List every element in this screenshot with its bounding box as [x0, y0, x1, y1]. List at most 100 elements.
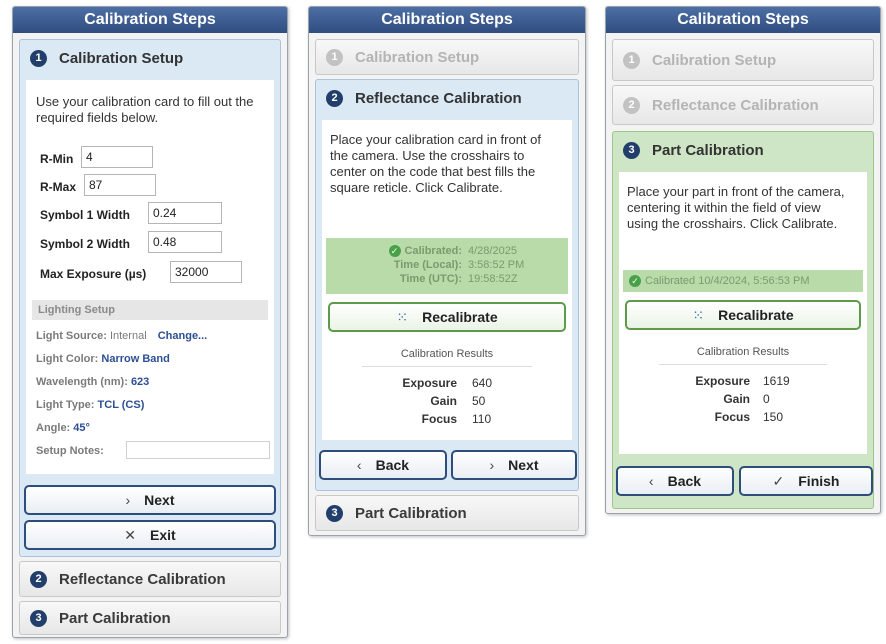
step-part-calibration[interactable]: 3 Part Calibration [315, 495, 579, 531]
results-divider [659, 364, 827, 365]
step-number-icon: 2 [30, 570, 47, 588]
r-max-field[interactable]: 87 [84, 174, 156, 196]
recalibrate-button[interactable]: ⁙ Recalibrate [625, 300, 861, 330]
back-button[interactable]: ‹ Back [616, 466, 734, 496]
step-part-calibration[interactable]: 3 Part Calibration [19, 601, 281, 635]
step-header[interactable]: 1 Calibration Setup [20, 40, 280, 76]
step-label: Calibration Setup [59, 49, 184, 67]
angle-row: Angle: 45° [36, 422, 90, 434]
checkmark-icon: ✓ [388, 245, 401, 258]
step-calibration-setup[interactable]: 1 Calibration Setup [612, 39, 874, 81]
reticle-icon: ⁙ [692, 306, 705, 323]
results-divider [362, 366, 532, 367]
recalibrate-button-label: Recalibrate [718, 307, 794, 323]
symbol-1-width-field[interactable]: 0.24 [148, 202, 222, 224]
chevron-left-icon: ‹ [356, 457, 362, 473]
exit-button[interactable]: ✕ Exit [24, 520, 276, 550]
step-label: Reflectance Calibration [355, 89, 522, 107]
panel-title: Calibration Steps [606, 7, 880, 33]
reticle-icon: ⁙ [396, 308, 409, 325]
step-number-icon: 2 [623, 96, 640, 114]
light-color-value: Narrow Band [101, 353, 170, 365]
calibration-panel-reflectance: Calibration Steps 1 Calibration Setup 2 … [308, 6, 586, 536]
time-utc-value: 19:58:52Z [468, 273, 518, 285]
finish-button-label: Finish [798, 473, 840, 489]
light-color-label: Light Color: [36, 353, 99, 365]
calibration-results-title: Calibration Results [400, 348, 494, 360]
calibrated-status-text: Calibrated 10/4/2024, 5:56:53 PM [645, 275, 810, 287]
wavelength-row: Wavelength (nm): 623 [36, 376, 149, 388]
next-button[interactable]: › Next [451, 450, 577, 480]
setup-notes-field[interactable] [126, 441, 270, 459]
exposure-label: Exposure [402, 376, 457, 390]
next-button[interactable]: › Next [24, 485, 276, 515]
chevron-left-icon: ‹ [648, 473, 654, 489]
panel-title: Calibration Steps [13, 7, 287, 33]
light-source-label: Light Source: [36, 330, 107, 342]
instructions-text: Place your part in front of the camera, … [627, 184, 845, 231]
max-exposure-label: Max Exposure (µs) [40, 267, 147, 281]
symbol-2-width-field[interactable]: 0.48 [148, 231, 222, 253]
step-number-icon: 1 [623, 51, 640, 69]
angle-label: Angle: [36, 422, 71, 434]
next-button-label: Next [508, 457, 539, 473]
step-label: Reflectance Calibration [59, 570, 226, 588]
checkmark-icon: ✓ [629, 275, 641, 288]
finish-button[interactable]: ✓ Finish [739, 466, 873, 496]
gain-value: 0 [763, 392, 770, 406]
step-content: Place your part in front of the camera, … [619, 172, 867, 454]
step-reflectance-calibration: 2 Reflectance Calibration Place your cal… [315, 79, 579, 491]
step-label: Part Calibration [355, 504, 467, 522]
wavelength-label: Wavelength (nm): [36, 376, 128, 388]
gain-value: 50 [472, 394, 486, 408]
calibrated-label: Calibrated: [404, 245, 462, 257]
close-icon: ✕ [124, 526, 137, 543]
r-min-field[interactable]: 4 [81, 146, 153, 168]
calibration-status-banner: ✓ Calibrated: Time (Local): Time (UTC): 4… [326, 238, 568, 294]
chevron-right-icon: › [125, 492, 131, 508]
step-label: Reflectance Calibration [652, 96, 819, 114]
change-light-source-link[interactable]: Change... [158, 330, 208, 342]
chevron-right-icon: › [489, 457, 495, 473]
exit-button-label: Exit [150, 527, 176, 543]
recalibrate-button[interactable]: ⁙ Recalibrate [328, 302, 566, 332]
light-color-row: Light Color: Narrow Band [36, 353, 170, 365]
max-exposure-field[interactable]: 32000 [170, 261, 242, 283]
step-header[interactable]: 3 Part Calibration [613, 132, 873, 168]
calibrated-date: 4/28/2025 [468, 245, 517, 257]
focus-value: 110 [472, 412, 492, 426]
time-utc-label: Time (UTC): [399, 273, 462, 285]
exposure-value: 640 [472, 376, 493, 390]
step-calibration-setup[interactable]: 1 Calibration Setup [315, 39, 579, 75]
instructions-text: Place your calibration card in front of … [330, 132, 541, 195]
step-reflectance-calibration[interactable]: 2 Reflectance Calibration [612, 85, 874, 125]
calibration-status-banner: ✓ Calibrated 10/4/2024, 5:56:53 PM [623, 270, 863, 292]
light-source-row: Light Source: Internal Change... [36, 330, 207, 342]
exposure-label: Exposure [695, 374, 750, 388]
step-number-icon: 2 [326, 89, 343, 107]
step-header[interactable]: 2 Reflectance Calibration [316, 80, 578, 116]
symbol-2-width-label: Symbol 2 Width [40, 237, 130, 251]
step-label: Part Calibration [652, 141, 764, 159]
step-number-icon: 3 [623, 141, 640, 159]
back-button[interactable]: ‹ Back [319, 450, 447, 480]
back-button-label: Back [667, 473, 702, 489]
light-type-value: TCL (CS) [97, 399, 145, 411]
back-button-label: Back [375, 457, 410, 473]
light-source-value: Internal [109, 330, 147, 342]
setup-notes-row: Setup Notes: [36, 445, 104, 457]
symbol-1-width-label: Symbol 1 Width [40, 208, 130, 222]
r-min-label: R-Min [40, 152, 74, 166]
light-type-label: Light Type: [36, 399, 95, 411]
step-number-icon: 3 [326, 504, 343, 522]
step-calibration-setup: 1 Calibration Setup Use your calibration… [19, 39, 281, 557]
focus-label: Focus [421, 412, 457, 426]
setup-notes-label: Setup Notes: [36, 445, 104, 457]
recalibrate-button-label: Recalibrate [422, 309, 498, 325]
r-max-label: R-Max [40, 180, 77, 194]
step-content: Use your calibration card to fill out th… [26, 80, 274, 474]
step-number-icon: 1 [326, 48, 343, 66]
calibration-panel-setup: Calibration Steps 1 Calibration Setup Us… [12, 6, 288, 638]
calibration-results-title: Calibration Results [696, 346, 790, 358]
step-reflectance-calibration[interactable]: 2 Reflectance Calibration [19, 561, 281, 597]
